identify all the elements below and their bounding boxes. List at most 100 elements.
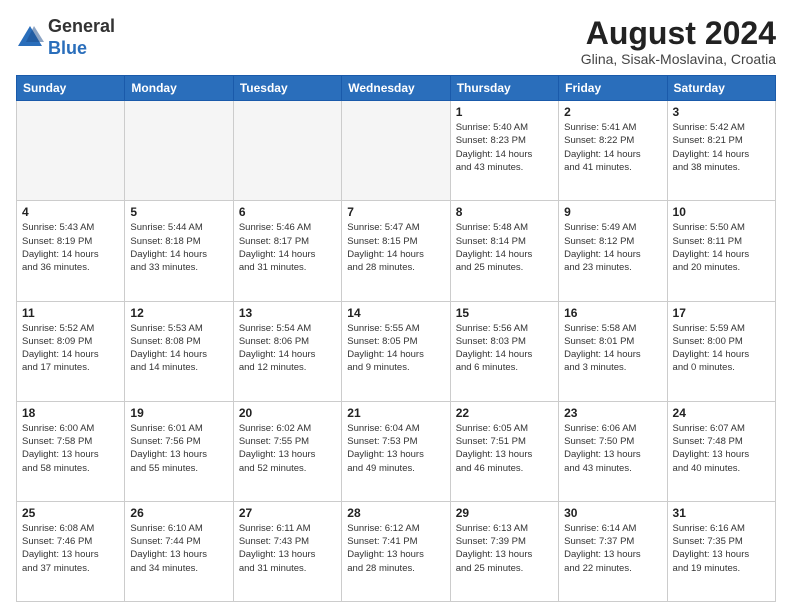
day-info: Sunrise: 5:49 AM Sunset: 8:12 PM Dayligh… [564, 221, 661, 274]
week-row-1: 1 Sunrise: 5:40 AM Sunset: 8:23 PM Daylig… [17, 101, 776, 201]
calendar-cell: 28 Sunrise: 6:12 AM Sunset: 7:41 PM Dayli… [342, 501, 450, 601]
day-info: Sunrise: 5:53 AM Sunset: 8:08 PM Dayligh… [130, 322, 227, 375]
calendar-cell: 12 Sunrise: 5:53 AM Sunset: 8:08 PM Dayli… [125, 301, 233, 401]
location: Glina, Sisak-Moslavina, Croatia [581, 51, 776, 67]
day-number: 17 [673, 306, 770, 320]
day-number: 6 [239, 205, 336, 219]
calendar-cell: 26Sunrise: 6:10 AM Sunset: 7:44 PM Dayli… [125, 501, 233, 601]
calendar-cell: 29Sunrise: 6:13 AM Sunset: 7:39 PM Dayli… [450, 501, 558, 601]
day-number: 23 [564, 406, 661, 420]
day-info: Sunrise: 5:48 AM Sunset: 8:14 PM Dayligh… [456, 221, 553, 274]
day-number: 13 [239, 306, 336, 320]
col-thursday: Thursday [450, 76, 558, 101]
day-info: Sunrise: 6:04 AM Sunset: 7:53 PM Dayligh… [347, 422, 444, 475]
calendar-cell: 1 Sunrise: 5:40 AM Sunset: 8:23 PM Daylig… [450, 101, 558, 201]
day-info: Sunrise: 6:06 AM Sunset: 7:50 PM Dayligh… [564, 422, 661, 475]
title-block: August 2024 Glina, Sisak-Moslavina, Croa… [581, 16, 776, 67]
calendar-table: Sunday Monday Tuesday Wednesday Thursday… [16, 75, 776, 602]
day-number: 14 [347, 306, 444, 320]
day-info: Sunrise: 6:10 AM Sunset: 7:44 PM Dayligh… [130, 522, 227, 575]
day-number: 21 [347, 406, 444, 420]
day-number: 22 [456, 406, 553, 420]
day-info: Sunrise: 5:44 AM Sunset: 8:18 PM Dayligh… [130, 221, 227, 274]
col-friday: Friday [559, 76, 667, 101]
logo: General Blue [16, 16, 115, 59]
day-number: 8 [456, 205, 553, 219]
day-number: 25 [22, 506, 119, 520]
day-number: 24 [673, 406, 770, 420]
day-number: 28 [347, 506, 444, 520]
calendar-cell: 5 Sunrise: 5:44 AM Sunset: 8:18 PM Daylig… [125, 201, 233, 301]
calendar-cell [342, 101, 450, 201]
day-info: Sunrise: 5:46 AM Sunset: 8:17 PM Dayligh… [239, 221, 336, 274]
day-number: 31 [673, 506, 770, 520]
calendar-cell [233, 101, 341, 201]
day-number: 5 [130, 205, 227, 219]
day-info: Sunrise: 5:59 AM Sunset: 8:00 PM Dayligh… [673, 322, 770, 375]
logo-general: General [48, 16, 115, 36]
day-info: Sunrise: 6:11 AM Sunset: 7:43 PM Dayligh… [239, 522, 336, 575]
day-number: 12 [130, 306, 227, 320]
col-saturday: Saturday [667, 76, 775, 101]
col-wednesday: Wednesday [342, 76, 450, 101]
calendar-cell [125, 101, 233, 201]
week-row-2: 4Sunrise: 5:43 AM Sunset: 8:19 PM Daylig… [17, 201, 776, 301]
day-info: Sunrise: 5:56 AM Sunset: 8:03 PM Dayligh… [456, 322, 553, 375]
day-number: 27 [239, 506, 336, 520]
day-info: Sunrise: 5:41 AM Sunset: 8:22 PM Dayligh… [564, 121, 661, 174]
page: General Blue August 2024 Glina, Sisak-Mo… [0, 0, 792, 612]
col-sunday: Sunday [17, 76, 125, 101]
calendar-cell: 10Sunrise: 5:50 AM Sunset: 8:11 PM Dayli… [667, 201, 775, 301]
day-number: 11 [22, 306, 119, 320]
day-info: Sunrise: 5:58 AM Sunset: 8:01 PM Dayligh… [564, 322, 661, 375]
day-info: Sunrise: 6:01 AM Sunset: 7:56 PM Dayligh… [130, 422, 227, 475]
calendar-header-row: Sunday Monday Tuesday Wednesday Thursday… [17, 76, 776, 101]
calendar-cell: 17 Sunrise: 5:59 AM Sunset: 8:00 PM Dayli… [667, 301, 775, 401]
day-number: 20 [239, 406, 336, 420]
calendar-cell: 21 Sunrise: 6:04 AM Sunset: 7:53 PM Dayli… [342, 401, 450, 501]
day-number: 3 [673, 105, 770, 119]
calendar-cell: 11 Sunrise: 5:52 AM Sunset: 8:09 PM Dayli… [17, 301, 125, 401]
day-info: Sunrise: 6:08 AM Sunset: 7:46 PM Dayligh… [22, 522, 119, 575]
day-info: Sunrise: 5:40 AM Sunset: 8:23 PM Dayligh… [456, 121, 553, 174]
calendar-cell: 24 Sunrise: 6:07 AM Sunset: 7:48 PM Dayli… [667, 401, 775, 501]
logo-text: General Blue [48, 16, 115, 59]
day-info: Sunrise: 5:47 AM Sunset: 8:15 PM Dayligh… [347, 221, 444, 274]
day-info: Sunrise: 5:55 AM Sunset: 8:05 PM Dayligh… [347, 322, 444, 375]
calendar-cell: 25 Sunrise: 6:08 AM Sunset: 7:46 PM Dayli… [17, 501, 125, 601]
calendar-cell: 31 Sunrise: 6:16 AM Sunset: 7:35 PM Dayli… [667, 501, 775, 601]
week-row-3: 11 Sunrise: 5:52 AM Sunset: 8:09 PM Dayli… [17, 301, 776, 401]
calendar-cell: 30 Sunrise: 6:14 AM Sunset: 7:37 PM Dayli… [559, 501, 667, 601]
calendar-cell: 20 Sunrise: 6:02 AM Sunset: 7:55 PM Dayli… [233, 401, 341, 501]
day-number: 2 [564, 105, 661, 119]
calendar-cell: 18 Sunrise: 6:00 AM Sunset: 7:58 PM Dayli… [17, 401, 125, 501]
day-number: 19 [130, 406, 227, 420]
col-tuesday: Tuesday [233, 76, 341, 101]
day-info: Sunrise: 6:02 AM Sunset: 7:55 PM Dayligh… [239, 422, 336, 475]
day-info: Sunrise: 6:16 AM Sunset: 7:35 PM Dayligh… [673, 522, 770, 575]
day-number: 18 [22, 406, 119, 420]
calendar-cell: 13 Sunrise: 5:54 AM Sunset: 8:06 PM Dayli… [233, 301, 341, 401]
day-number: 1 [456, 105, 553, 119]
col-monday: Monday [125, 76, 233, 101]
calendar-cell: 8 Sunrise: 5:48 AM Sunset: 8:14 PM Daylig… [450, 201, 558, 301]
day-number: 10 [673, 205, 770, 219]
calendar-cell: 22Sunrise: 6:05 AM Sunset: 7:51 PM Dayli… [450, 401, 558, 501]
calendar-cell: 27 Sunrise: 6:11 AM Sunset: 7:43 PM Dayli… [233, 501, 341, 601]
week-row-5: 25 Sunrise: 6:08 AM Sunset: 7:46 PM Dayli… [17, 501, 776, 601]
day-info: Sunrise: 6:14 AM Sunset: 7:37 PM Dayligh… [564, 522, 661, 575]
calendar-cell: 15Sunrise: 5:56 AM Sunset: 8:03 PM Dayli… [450, 301, 558, 401]
day-info: Sunrise: 6:12 AM Sunset: 7:41 PM Dayligh… [347, 522, 444, 575]
day-info: Sunrise: 5:42 AM Sunset: 8:21 PM Dayligh… [673, 121, 770, 174]
week-row-4: 18 Sunrise: 6:00 AM Sunset: 7:58 PM Dayli… [17, 401, 776, 501]
day-number: 30 [564, 506, 661, 520]
calendar-cell: 7 Sunrise: 5:47 AM Sunset: 8:15 PM Daylig… [342, 201, 450, 301]
day-info: Sunrise: 6:00 AM Sunset: 7:58 PM Dayligh… [22, 422, 119, 475]
day-info: Sunrise: 5:52 AM Sunset: 8:09 PM Dayligh… [22, 322, 119, 375]
calendar-cell: 2 Sunrise: 5:41 AM Sunset: 8:22 PM Daylig… [559, 101, 667, 201]
day-number: 9 [564, 205, 661, 219]
month-year: August 2024 [581, 16, 776, 51]
day-info: Sunrise: 6:07 AM Sunset: 7:48 PM Dayligh… [673, 422, 770, 475]
day-info: Sunrise: 5:54 AM Sunset: 8:06 PM Dayligh… [239, 322, 336, 375]
day-number: 7 [347, 205, 444, 219]
